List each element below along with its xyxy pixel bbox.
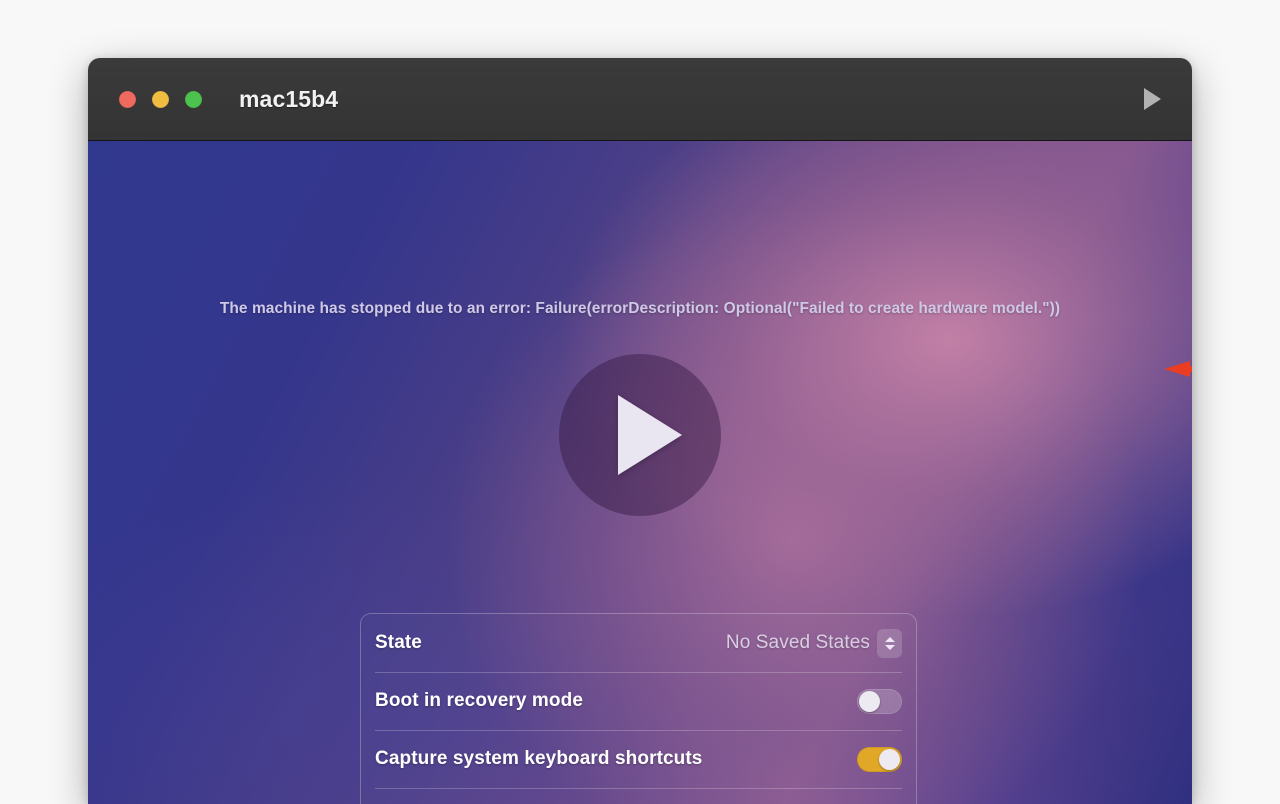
chevron-up-icon — [884, 636, 895, 642]
window-titlebar: mac15b4 — [88, 58, 1192, 141]
state-select[interactable]: No Saved States — [725, 628, 902, 658]
state-label: State — [375, 632, 422, 653]
play-triangle-icon — [1143, 88, 1161, 110]
toggle-knob — [859, 690, 880, 712]
settings-actions-row: Virtual Machine Settings... — [375, 788, 902, 804]
maximize-window-button[interactable] — [185, 90, 202, 108]
screen-root: mac15b4 The machine has stopped due to a… — [0, 0, 1280, 804]
start-vm-button-wrap — [88, 354, 1192, 516]
boot-recovery-label: Boot in recovery mode — [375, 690, 583, 711]
traffic-lights — [119, 90, 202, 108]
chevron-down-icon — [884, 644, 895, 650]
capture-shortcuts-label: Capture system keyboard shortcuts — [375, 748, 703, 769]
settings-row-recovery-mode: Boot in recovery mode — [375, 672, 902, 730]
window-title: mac15b4 — [239, 85, 339, 112]
boot-recovery-toggle[interactable] — [857, 688, 902, 714]
play-triangle-icon — [618, 395, 682, 475]
close-window-button[interactable] — [119, 90, 136, 108]
vm-settings-panel: State No Saved States Boot in recovery m… — [360, 613, 917, 804]
start-vm-button[interactable] — [559, 354, 721, 516]
capture-shortcuts-toggle[interactable] — [857, 746, 902, 772]
toolbar-play-button[interactable] — [1133, 82, 1167, 116]
error-message-row: The machine has stopped due to an error:… — [88, 300, 1192, 318]
toggle-knob — [879, 748, 900, 770]
minimize-window-button[interactable] — [152, 90, 169, 108]
error-message: The machine has stopped due to an error:… — [219, 300, 1061, 317]
state-stepper-button[interactable] — [877, 628, 902, 658]
state-value: No Saved States — [725, 632, 870, 653]
virtual-machine-window: mac15b4 The machine has stopped due to a… — [88, 58, 1192, 804]
vm-display-canvas: The machine has stopped due to an error:… — [88, 141, 1192, 804]
settings-row-capture-shortcuts: Capture system keyboard shortcuts — [375, 730, 902, 788]
settings-row-state: State No Saved States — [375, 614, 902, 672]
